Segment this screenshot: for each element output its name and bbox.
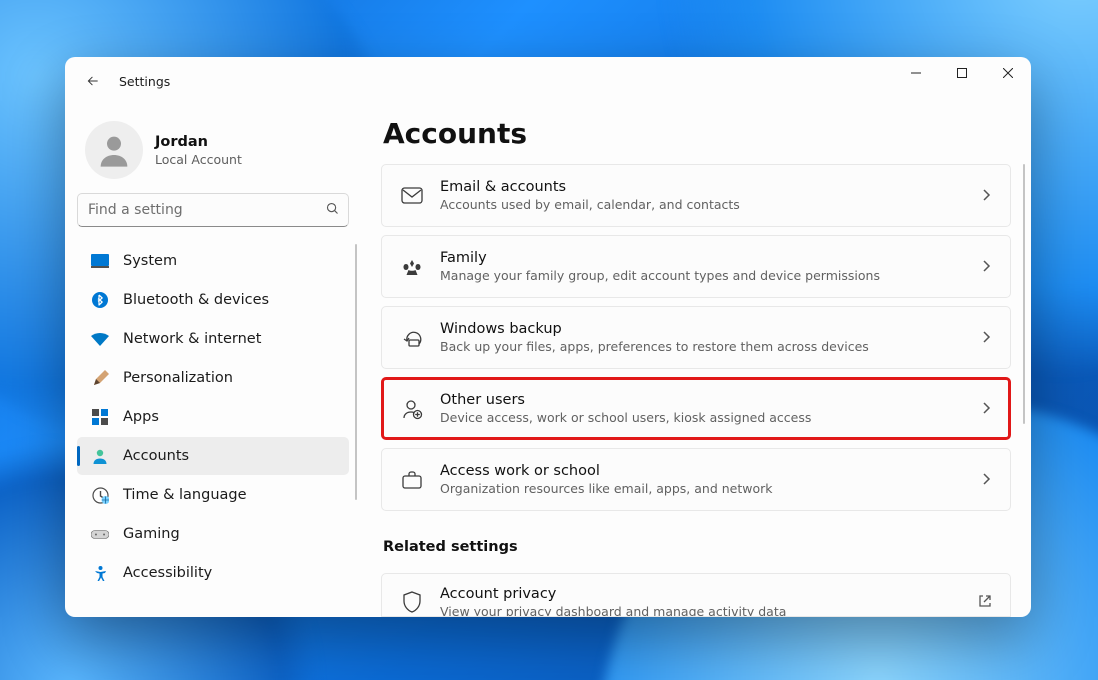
- profile-name: Jordan: [155, 134, 242, 150]
- personalization-icon: [91, 369, 109, 387]
- page-title: Accounts: [383, 117, 1011, 150]
- maximize-button[interactable]: [939, 57, 985, 89]
- sidebar-item-accessibility[interactable]: Accessibility: [77, 554, 349, 592]
- card-account-privacy[interactable]: Account privacy View your privacy dashbo…: [381, 573, 1011, 617]
- open-link-icon: [978, 593, 992, 612]
- sidebar-item-bluetooth[interactable]: Bluetooth & devices: [77, 281, 349, 319]
- sidebar-scrollbar[interactable]: [355, 244, 357, 500]
- backup-icon: [400, 326, 424, 350]
- sidebar: Jordan Local Account System: [65, 105, 365, 617]
- sidebar-item-label: Network & internet: [123, 331, 261, 347]
- chevron-right-icon: [980, 399, 992, 418]
- settings-cards: Email & accounts Accounts used by email,…: [381, 164, 1011, 617]
- sidebar-item-label: Bluetooth & devices: [123, 292, 269, 308]
- card-title: Email & accounts: [440, 179, 964, 195]
- avatar: [85, 121, 143, 179]
- sidebar-item-label: Apps: [123, 409, 159, 425]
- card-access-work-school[interactable]: Access work or school Organization resou…: [381, 448, 1011, 511]
- sidebar-item-label: Accounts: [123, 448, 189, 464]
- search-input[interactable]: [88, 202, 325, 218]
- card-title: Account privacy: [440, 586, 962, 602]
- family-icon: [400, 255, 424, 279]
- sidebar-item-label: Personalization: [123, 370, 233, 386]
- sidebar-item-time-language[interactable]: Time & language: [77, 476, 349, 514]
- chevron-right-icon: [980, 470, 992, 489]
- chevron-right-icon: [980, 257, 992, 276]
- card-subtitle: View your privacy dashboard and manage a…: [440, 604, 962, 618]
- sidebar-item-gaming[interactable]: Gaming: [77, 515, 349, 553]
- card-subtitle: Device access, work or school users, kio…: [440, 410, 964, 425]
- related-settings-label: Related settings: [383, 539, 1011, 555]
- app-title: Settings: [119, 74, 170, 89]
- card-windows-backup[interactable]: Windows backup Back up your files, apps,…: [381, 306, 1011, 369]
- search-icon: [325, 201, 340, 220]
- main-content: Accounts Email & accounts Accounts used …: [365, 105, 1031, 617]
- minimize-button[interactable]: [893, 57, 939, 89]
- sidebar-item-label: Time & language: [123, 487, 247, 503]
- card-subtitle: Organization resources like email, apps,…: [440, 481, 964, 496]
- back-button[interactable]: [75, 63, 111, 99]
- sidebar-item-system[interactable]: System: [77, 242, 349, 280]
- sidebar-item-label: Accessibility: [123, 565, 212, 581]
- other-users-icon: [400, 397, 424, 421]
- card-subtitle: Accounts used by email, calendar, and co…: [440, 197, 964, 212]
- accounts-icon: [91, 447, 109, 465]
- card-subtitle: Back up your files, apps, preferences to…: [440, 339, 964, 354]
- briefcase-icon: [400, 468, 424, 492]
- wifi-icon: [91, 330, 109, 348]
- apps-icon: [91, 408, 109, 426]
- card-title: Windows backup: [440, 321, 964, 337]
- profile-block[interactable]: Jordan Local Account: [75, 115, 365, 193]
- settings-window: Settings Jordan Local Account: [65, 57, 1031, 617]
- card-subtitle: Manage your family group, edit account t…: [440, 268, 964, 283]
- card-title: Family: [440, 250, 964, 266]
- sidebar-item-accounts[interactable]: Accounts: [77, 437, 349, 475]
- card-title: Access work or school: [440, 463, 964, 479]
- chevron-right-icon: [980, 186, 992, 205]
- card-title: Other users: [440, 392, 964, 408]
- card-email-accounts[interactable]: Email & accounts Accounts used by email,…: [381, 164, 1011, 227]
- time-language-icon: [91, 486, 109, 504]
- close-button[interactable]: [985, 57, 1031, 89]
- shield-icon: [400, 590, 424, 614]
- accessibility-icon: [91, 564, 109, 582]
- sidebar-item-personalization[interactable]: Personalization: [77, 359, 349, 397]
- window-controls: [893, 57, 1031, 105]
- mail-icon: [400, 184, 424, 208]
- sidebar-item-label: Gaming: [123, 526, 180, 542]
- card-family[interactable]: Family Manage your family group, edit ac…: [381, 235, 1011, 298]
- gaming-icon: [91, 525, 109, 543]
- card-other-users[interactable]: Other users Device access, work or schoo…: [381, 377, 1011, 440]
- titlebar: Settings: [65, 57, 1031, 105]
- sidebar-item-apps[interactable]: Apps: [77, 398, 349, 436]
- profile-account-type: Local Account: [155, 152, 242, 167]
- main-scrollbar[interactable]: [1023, 164, 1025, 424]
- sidebar-nav: System Bluetooth & devices Network & int…: [75, 242, 365, 592]
- search-input-wrap[interactable]: [77, 193, 349, 227]
- chevron-right-icon: [980, 328, 992, 347]
- sidebar-item-label: System: [123, 253, 177, 269]
- sidebar-item-network[interactable]: Network & internet: [77, 320, 349, 358]
- system-icon: [91, 252, 109, 270]
- bluetooth-icon: [91, 291, 109, 309]
